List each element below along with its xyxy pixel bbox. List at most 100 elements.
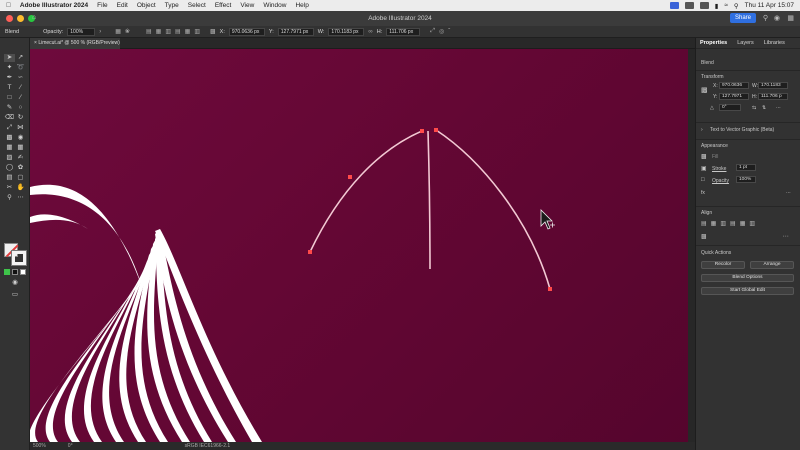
opacity-label[interactable]: Opacity	[712, 178, 729, 184]
angle-field[interactable]: 0°	[719, 104, 741, 111]
document-tab[interactable]: × Limecut.ai* @ 500 % (RGB/Preview)	[30, 38, 120, 49]
home-icon[interactable]: ⌂	[32, 14, 36, 21]
h-field[interactable]: 111.706 px	[386, 27, 421, 36]
minimize-window-icon[interactable]	[17, 15, 24, 22]
close-window-icon[interactable]	[6, 15, 13, 22]
w-field[interactable]: 170.1183 px	[328, 27, 365, 36]
recolor-button[interactable]: Recolor	[701, 261, 745, 269]
share-button[interactable]: Share	[729, 13, 756, 23]
flip-horizontal-icon[interactable]: ⇆	[752, 105, 756, 111]
stroke-swatch-icon[interactable]: ▣	[701, 165, 707, 172]
rectangle-tool-icon[interactable]: □	[4, 94, 15, 102]
shape-builder-icon[interactable]: ◉	[15, 134, 26, 142]
slice-tool-icon[interactable]: ✂	[4, 184, 15, 192]
clock[interactable]: Thu 11 Apr 15:07	[745, 2, 794, 9]
style-swatch-icon[interactable]: ▦	[115, 28, 121, 35]
y-field[interactable]: 127.7971	[719, 93, 749, 100]
more-options-icon[interactable]: ⋯	[786, 190, 791, 196]
creative-cloud-icon[interactable]	[684, 2, 694, 9]
line-tool-icon[interactable]: ∕	[15, 84, 26, 92]
blend-fan-artwork[interactable]	[30, 184, 262, 442]
artboard-canvas[interactable]	[30, 49, 688, 442]
lasso-icon[interactable]: ➰	[15, 64, 26, 72]
battery-icon[interactable]: ▮	[715, 2, 719, 10]
shaper-tool-icon[interactable]: ○	[15, 104, 26, 112]
eraser-icon[interactable]: ⌫	[4, 114, 15, 122]
direct-selection-tool-icon[interactable]: ↗	[15, 54, 26, 62]
rotate-view[interactable]: 0°	[68, 442, 73, 450]
discover-icon[interactable]: ◉	[774, 14, 780, 22]
magic-wand-icon[interactable]: ✦	[4, 64, 15, 72]
fx-icon[interactable]: fx	[701, 190, 705, 196]
stroke-weight-field[interactable]: 1 pt	[736, 164, 756, 171]
align-top-icon[interactable]: ▤	[730, 220, 736, 227]
gradient-tool-icon[interactable]: ▨	[4, 154, 15, 162]
chevron-right-icon[interactable]: ›	[701, 127, 703, 133]
menu-window[interactable]: Window	[263, 2, 286, 9]
mesh-tool-icon[interactable]: ▦	[15, 144, 26, 152]
y-field[interactable]: 127.7971 px	[277, 27, 314, 36]
flip-vertical-icon[interactable]: ⇅	[762, 105, 766, 111]
perspective-grid-icon[interactable]: ▦	[4, 144, 15, 152]
close-icon[interactable]: ×	[34, 40, 37, 46]
artboard-tool-icon[interactable]: ▢	[15, 174, 26, 182]
draw-mode-icon[interactable]: ◉	[4, 279, 26, 287]
distribute-icon[interactable]: ⋯	[783, 233, 789, 240]
curvature-tool-icon[interactable]: ∽	[15, 74, 26, 82]
chevron-down-icon[interactable]: ˇ	[448, 29, 450, 35]
menu-help[interactable]: Help	[295, 2, 308, 9]
scale-tool-icon[interactable]: ⤢	[4, 124, 15, 132]
paintbrush-icon[interactable]: ∕	[15, 94, 26, 102]
align-left-icon[interactable]: ▤	[701, 220, 707, 227]
align-bottom-icon[interactable]: ▥	[194, 28, 200, 35]
tab-properties[interactable]: Properties	[700, 38, 727, 48]
workspace-icon[interactable]: ▦	[787, 14, 794, 22]
chevron-right-icon[interactable]: ›	[99, 29, 101, 35]
isolate-icon[interactable]: ◎	[439, 28, 444, 35]
text-to-vector-label[interactable]: Text to Vector Graphic (Beta)	[710, 127, 774, 133]
align-left-icon[interactable]: ▤	[146, 28, 152, 35]
canvas-scrollbar[interactable]	[688, 49, 695, 442]
menu-file[interactable]: File	[97, 2, 107, 9]
control-icon[interactable]	[699, 2, 709, 9]
menu-effect[interactable]: Effect	[215, 2, 232, 9]
pen-tool-icon[interactable]: ✒	[4, 74, 15, 82]
w-field[interactable]: 170.1183	[758, 82, 788, 89]
color-button[interactable]	[4, 269, 10, 275]
blend-options-button[interactable]: Blend Options	[701, 274, 794, 282]
reference-point-icon[interactable]: ▩	[701, 86, 708, 94]
symbol-sprayer-icon[interactable]: ✿	[15, 164, 26, 172]
tab-layers[interactable]: Layers	[737, 38, 754, 48]
x-field[interactable]: 970.0636 px	[228, 27, 265, 36]
wifi-icon[interactable]: ≈	[724, 2, 728, 9]
hand-tool-icon[interactable]: ✋	[15, 184, 26, 192]
link-icon[interactable]: ∞	[368, 29, 372, 35]
recolor-icon[interactable]: ❀	[125, 28, 130, 35]
screen-mode-icon[interactable]: ▭	[8, 291, 22, 299]
opacity-field[interactable]: 100%	[736, 176, 756, 183]
graph-tool-icon[interactable]: ▤	[4, 174, 15, 182]
menu-edit[interactable]: Edit	[117, 2, 128, 9]
align-middle-icon[interactable]: ▦	[740, 220, 746, 227]
align-right-icon[interactable]: ▥	[165, 28, 171, 35]
gradient-button[interactable]	[12, 269, 18, 275]
pencil-icon[interactable]: ✎	[4, 104, 15, 112]
arrange-button[interactable]: Arrange	[750, 261, 794, 269]
align-to-icon[interactable]: ▩	[701, 233, 707, 240]
start-global-edit-button[interactable]: Start Global Edit	[701, 287, 794, 295]
eyedropper-icon[interactable]: ✍	[15, 154, 26, 162]
align-top-icon[interactable]: ▤	[175, 28, 181, 35]
align-center-icon[interactable]: ▦	[156, 28, 162, 35]
artwork[interactable]	[30, 49, 688, 442]
fill-stroke-swatches[interactable]	[4, 243, 27, 266]
align-center-icon[interactable]: ▦	[711, 220, 717, 227]
fill-swatch-icon[interactable]: ▩	[701, 153, 707, 160]
menu-select[interactable]: Select	[188, 2, 206, 9]
align-middle-icon[interactable]: ▦	[185, 28, 191, 35]
free-transform-icon[interactable]: ▩	[4, 134, 15, 142]
align-bottom-icon[interactable]: ▥	[749, 220, 755, 227]
screen-share-icon[interactable]	[669, 2, 679, 9]
search-icon[interactable]: ⚲	[734, 2, 739, 10]
none-button[interactable]	[20, 269, 26, 275]
zoom-level[interactable]: 500%	[33, 442, 46, 450]
